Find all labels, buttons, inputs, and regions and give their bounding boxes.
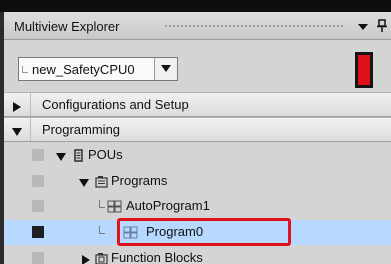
- explorer-panel: new_SafetyCPU0 Configurations and Setup: [4, 40, 391, 264]
- tree-item-label: POUs: [88, 147, 123, 162]
- pou-icon: [72, 149, 85, 162]
- tree-item-pous[interactable]: POUs: [4, 143, 391, 168]
- safety-status-indicator: [355, 52, 373, 88]
- tree-item-programs[interactable]: Programs: [4, 169, 391, 194]
- section-programming[interactable]: Programming: [4, 117, 391, 142]
- tree-connector: [99, 226, 105, 234]
- section-divider: [30, 118, 31, 141]
- section-divider: [30, 93, 31, 116]
- expanded-arrow-icon[interactable]: [79, 176, 89, 187]
- program-icon: [107, 200, 122, 213]
- collapsed-arrow-icon[interactable]: [81, 253, 91, 264]
- expanded-arrow-icon[interactable]: [56, 150, 66, 161]
- programs-folder-icon: [95, 175, 108, 188]
- tree-item-autoprogram1[interactable]: AutoProgram1: [4, 194, 391, 219]
- row-gutter: [32, 175, 44, 187]
- device-corner-mark: [22, 66, 28, 73]
- tree-item-label: AutoProgram1: [126, 198, 210, 213]
- row-gutter: [32, 226, 44, 238]
- panel-title: Multiview Explorer: [14, 19, 120, 34]
- device-dropdown-value: new_SafetyCPU0: [32, 62, 135, 77]
- collapsed-arrow-icon[interactable]: [12, 100, 22, 112]
- section-label: Programming: [42, 122, 121, 137]
- drag-grip[interactable]: [164, 24, 344, 29]
- top-edge: [0, 0, 391, 12]
- row-gutter: [32, 200, 44, 212]
- row-gutter: [32, 149, 44, 161]
- device-dropdown-button[interactable]: [154, 58, 177, 80]
- device-dropdown[interactable]: new_SafetyCPU0: [18, 57, 178, 81]
- panel-menu-dropdown-icon[interactable]: [357, 21, 369, 33]
- chevron-down-icon: [161, 65, 171, 72]
- tree-item-label: Function Blocks: [111, 250, 203, 264]
- device-toolbar: new_SafetyCPU0: [4, 40, 391, 88]
- tree-item-function-blocks[interactable]: Function Blocks: [4, 246, 391, 264]
- tree-item-program0[interactable]: Program0: [4, 220, 391, 245]
- panel-title-bar: Multiview Explorer: [4, 12, 391, 40]
- tree-item-label: Programs: [111, 173, 168, 188]
- function-blocks-icon: [95, 252, 108, 264]
- row-gutter: [32, 252, 44, 264]
- tree-item-label: Program0: [146, 224, 204, 239]
- tree-connector: [99, 200, 105, 208]
- pin-icon[interactable]: [376, 19, 388, 33]
- expanded-arrow-icon[interactable]: [12, 125, 22, 136]
- program-icon: [123, 226, 138, 239]
- section-configurations-and-setup[interactable]: Configurations and Setup: [4, 92, 391, 117]
- safety-status-bar: [358, 55, 370, 85]
- multiview-explorer-window: Multiview Explorer new_SafetyCPU0 Config…: [0, 0, 391, 264]
- section-label: Configurations and Setup: [42, 97, 189, 112]
